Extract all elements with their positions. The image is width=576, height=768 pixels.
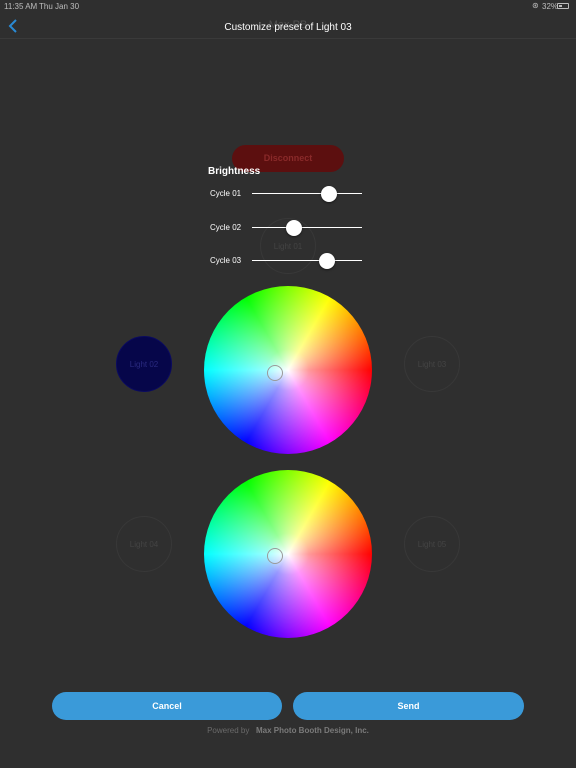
status-time: 11:35 AM — [4, 2, 38, 11]
footer: Powered by Max Photo Booth Design, Inc. — [0, 726, 576, 735]
wifi-icon: ⊛ — [532, 1, 539, 10]
status-date: Thu Jan 30 — [39, 2, 80, 11]
send-button[interactable]: Send — [293, 692, 524, 720]
light-03-button: Light 03 — [404, 336, 460, 392]
cycle-02-slider: Cycle 02 — [210, 218, 370, 238]
battery-percentage: 32% — [542, 2, 559, 11]
status-bar: 11:35 AM Thu Jan 30 ⊛ 32% — [0, 0, 576, 13]
light-05-button: Light 05 — [404, 516, 460, 572]
color-wheel-handle[interactable] — [267, 365, 283, 381]
slider-track[interactable] — [252, 193, 362, 194]
cancel-button[interactable]: Cancel — [52, 692, 282, 720]
cycle-01-slider: Cycle 01 — [210, 184, 370, 204]
cycle-03-slider: Cycle 03 — [210, 251, 370, 271]
light-04-button: Light 04 — [116, 516, 172, 572]
footer-brand: Max Photo Booth Design, Inc. — [256, 726, 369, 735]
slider-thumb[interactable] — [321, 186, 337, 202]
color-wheel-secondary[interactable] — [204, 470, 372, 638]
slider-track[interactable] — [252, 260, 362, 261]
battery-icon — [557, 3, 569, 9]
slider-thumb[interactable] — [318, 253, 335, 269]
slider-track[interactable] — [252, 227, 362, 228]
footer-prefix: Powered by — [207, 726, 250, 735]
color-wheel-primary[interactable] — [204, 286, 372, 454]
color-wheel-handle[interactable] — [267, 548, 283, 564]
cycle-03-label: Cycle 03 — [210, 256, 242, 265]
cycle-02-label: Cycle 02 — [210, 223, 242, 232]
brightness-heading: Brightness — [208, 166, 261, 177]
light-02-button: Light 02 — [116, 336, 172, 392]
cycle-01-label: Cycle 01 — [210, 189, 242, 198]
slider-thumb[interactable] — [285, 220, 302, 236]
page-title: Customize preset of Light 03 — [224, 22, 352, 33]
